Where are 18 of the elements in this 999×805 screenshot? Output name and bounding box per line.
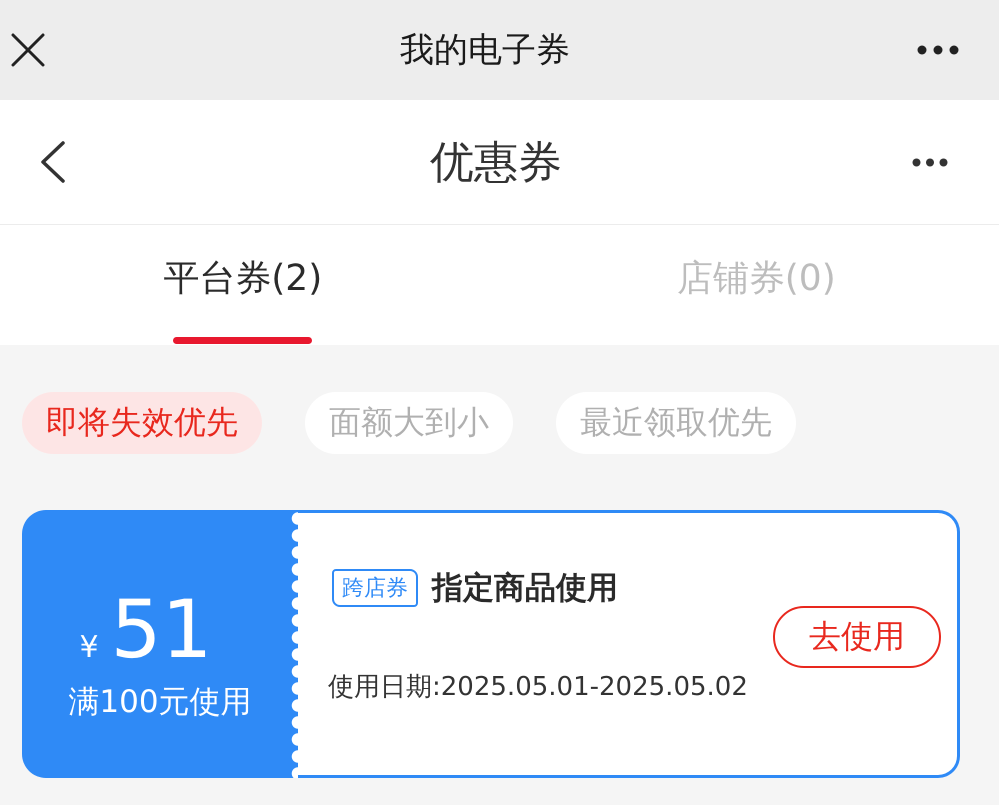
coupon-tag: 跨店券 [332, 569, 418, 607]
sort-chip[interactable]: 即将失效优先 [22, 392, 262, 454]
sort-chip[interactable]: 最近领取优先 [556, 392, 796, 454]
sort-chip[interactable]: 面额大到小 [305, 392, 513, 454]
window-title: 我的电子券 [400, 29, 570, 72]
tab[interactable]: 平台券(2) [161, 225, 324, 345]
close-icon[interactable] [11, 33, 45, 67]
tab[interactable]: 店铺券(0) [674, 225, 838, 345]
currency-symbol: ¥ [80, 630, 99, 665]
more-icon[interactable] [912, 158, 948, 166]
back-icon[interactable] [40, 141, 66, 183]
page-title: 优惠券 [430, 136, 562, 190]
more-icon[interactable] [917, 45, 959, 55]
coupon-validity: 使用日期:2025.05.01-2025.05.02 [328, 671, 749, 704]
use-button[interactable]: 去使用 [773, 606, 941, 668]
coupon-threshold: 满100元使用 [68, 683, 252, 722]
coupon-title: 指定商品使用 [432, 569, 618, 608]
coupon-amount: 51 [110, 585, 212, 675]
